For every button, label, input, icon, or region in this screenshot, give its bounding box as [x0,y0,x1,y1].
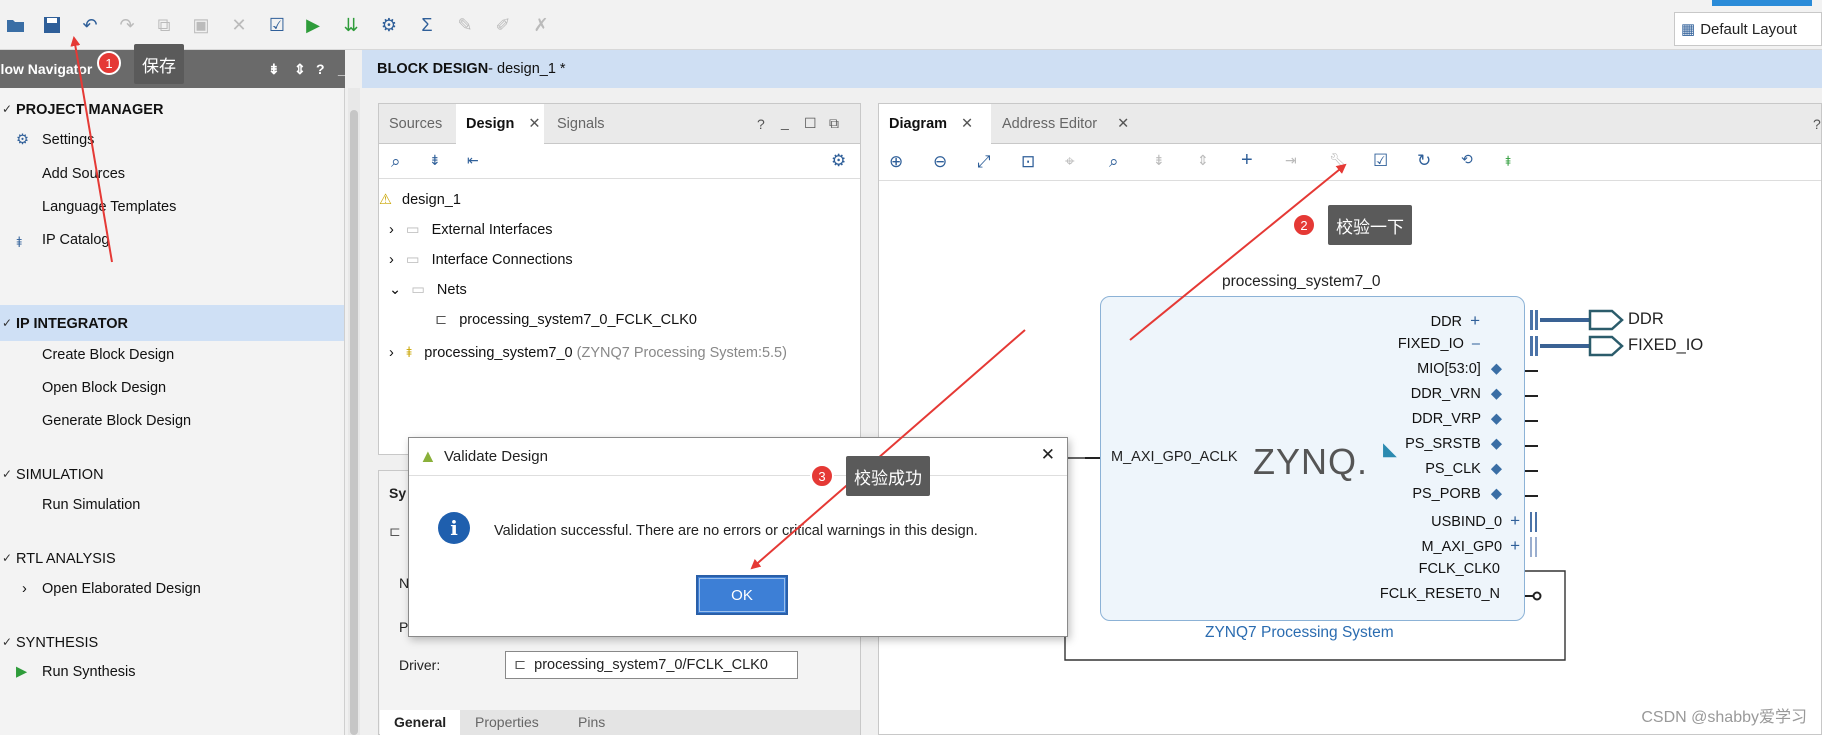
annotation-badge-2: 2 [1292,213,1316,237]
annotation-badge-3: 3 [810,464,834,488]
annotation-badge-1: 1 [97,51,121,75]
watermark: CSDN @shabby爱学习 [1641,709,1807,726]
annotation-callout-1: 保存 [134,44,184,84]
annotation-arrows [70,36,1347,570]
annotation-callout-3: 校验成功 [846,456,930,496]
annotation-callout-2: 校验一下 [1328,205,1412,245]
